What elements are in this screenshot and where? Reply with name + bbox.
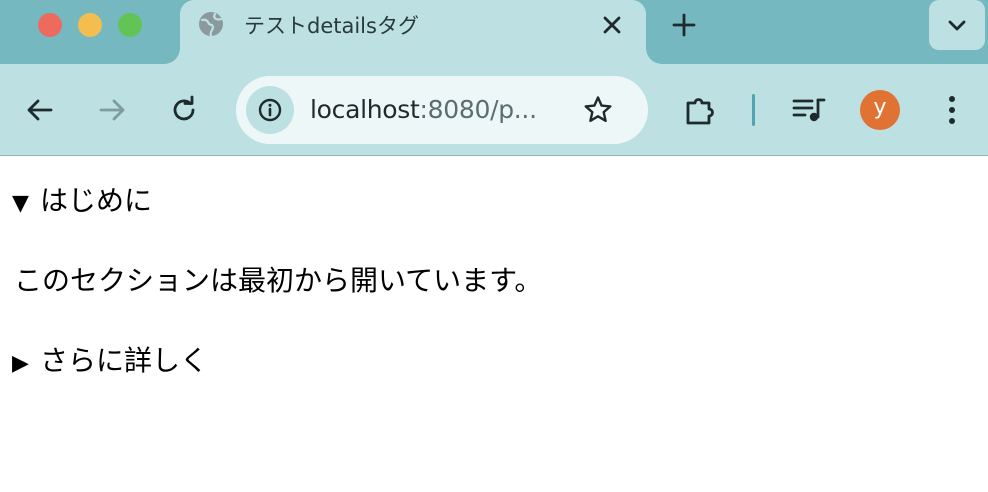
- new-tab-plus-icon[interactable]: [670, 11, 698, 39]
- more-menu-kebab-icon[interactable]: [936, 94, 968, 126]
- url-host: localhost: [310, 95, 420, 124]
- back-arrow-icon[interactable]: [24, 94, 56, 126]
- expanded-triangle-icon: ▼: [12, 191, 29, 216]
- chevron-down-icon: [948, 20, 966, 31]
- url-text: localhost:8080/p...: [310, 95, 537, 124]
- details-body-text: このセクションは最初から開いています。: [14, 264, 543, 297]
- details-summary-more[interactable]: ▶ さらに詳しく: [12, 339, 208, 379]
- tab-corner-left: [164, 48, 180, 64]
- site-info-button[interactable]: [246, 86, 294, 134]
- toolbar-divider: [752, 94, 755, 126]
- reload-icon[interactable]: [168, 94, 200, 126]
- active-tab[interactable]: テストdetailsタグ: [164, 0, 662, 64]
- page-content: ▼ はじめに このセクションは最初から開いています。 ▶ さらに詳しく: [0, 157, 988, 492]
- maximize-window-button[interactable]: [118, 13, 142, 37]
- tab-corner-right: [646, 48, 662, 64]
- info-icon: [258, 98, 282, 122]
- collapsed-triangle-icon: ▶: [12, 351, 29, 376]
- extensions-puzzle-icon[interactable]: [684, 94, 716, 126]
- minimize-window-button[interactable]: [78, 13, 102, 37]
- tab-title: テストdetailsタグ: [244, 14, 419, 38]
- address-bar[interactable]: localhost:8080/p...: [236, 76, 648, 144]
- tab-search-button[interactable]: [929, 0, 985, 50]
- bookmark-star-icon[interactable]: [582, 94, 614, 126]
- tab-strip: テストdetailsタグ: [0, 0, 988, 64]
- forward-arrow-icon[interactable]: [96, 94, 128, 126]
- browser-toolbar: localhost:8080/p... y: [0, 64, 988, 156]
- profile-avatar[interactable]: y: [860, 90, 900, 130]
- details-summary-label: さらに詳しく: [40, 344, 209, 377]
- media-queue-icon[interactable]: [792, 94, 826, 126]
- url-path: :8080/p...: [419, 95, 537, 124]
- globe-icon: [198, 11, 224, 38]
- close-window-button[interactable]: [38, 13, 62, 37]
- details-summary-intro[interactable]: ▼ はじめに: [12, 179, 152, 219]
- details-summary-label: はじめに: [40, 184, 153, 217]
- close-tab-icon[interactable]: [600, 13, 624, 37]
